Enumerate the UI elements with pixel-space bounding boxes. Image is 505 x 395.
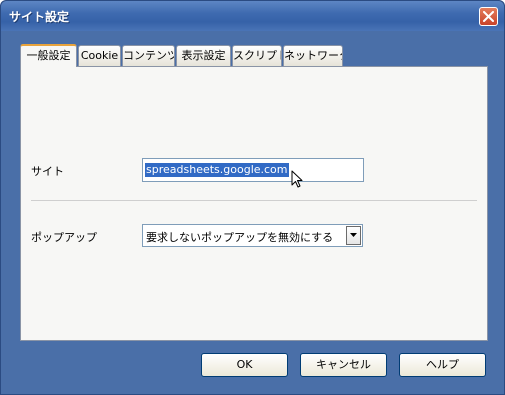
tab-display[interactable]: 表示設定 <box>176 45 231 66</box>
popup-select-toggle[interactable] <box>346 226 361 245</box>
site-label: サイト <box>31 165 64 178</box>
site-settings-dialog: サイト設定 一般設定 Cookie コンテンツ 表示設定 スクリプト ネットワー… <box>0 0 505 395</box>
popup-select[interactable]: 要求しないポップアップを無効にする <box>142 224 363 247</box>
popup-select-value: 要求しないポップアップを無効にする <box>146 231 334 244</box>
dialog-title: サイト設定 <box>9 10 70 24</box>
section-divider <box>31 200 477 201</box>
tab-general[interactable]: 一般設定 <box>20 44 77 67</box>
close-icon <box>483 11 494 22</box>
ok-button[interactable]: OK <box>201 353 288 377</box>
tab-content[interactable]: コンテンツ <box>122 45 175 66</box>
cancel-button[interactable]: キャンセル <box>300 353 387 377</box>
popup-label: ポップアップ <box>31 231 97 244</box>
tab-cookie[interactable]: Cookie <box>78 45 121 66</box>
mouse-cursor-icon <box>291 170 303 188</box>
tab-script[interactable]: スクリプト <box>232 45 282 66</box>
close-button[interactable] <box>479 7 498 26</box>
title-bar[interactable]: サイト設定 <box>1 1 504 31</box>
site-input-value: spreadsheets.google.com <box>145 163 289 177</box>
tab-network[interactable]: ネットワーク <box>283 45 343 66</box>
help-button[interactable]: ヘルプ <box>399 353 486 377</box>
general-settings-panel: サイト spreadsheets.google.com ポップアップ 要求しない… <box>20 66 488 341</box>
site-input[interactable]: spreadsheets.google.com <box>142 158 364 182</box>
dropdown-arrow-icon <box>350 233 357 237</box>
